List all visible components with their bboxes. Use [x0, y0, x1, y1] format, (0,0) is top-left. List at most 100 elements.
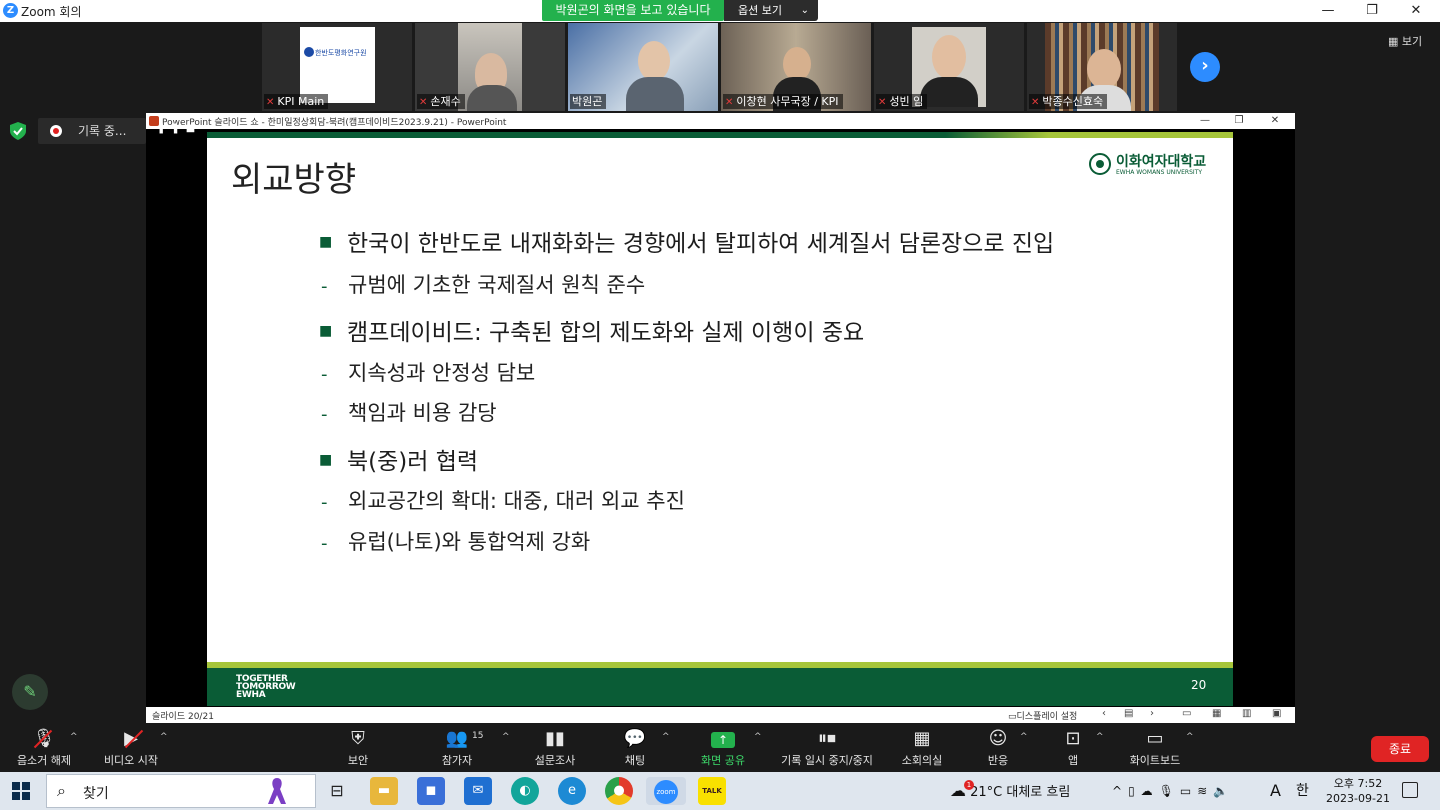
- sub-bullet-item: - 외교공간의 확대: 대중, 대러 외교 추진: [321, 489, 685, 513]
- ime-mode-han[interactable]: 한: [1296, 772, 1309, 810]
- chevron-up-icon: ^: [1096, 732, 1104, 742]
- system-tray-icons[interactable]: ^▯☁🎙▭≋🔈: [1112, 772, 1234, 810]
- slide-title: 외교방향: [231, 160, 357, 200]
- bullet-item: ■ 북(중)러 협력: [319, 449, 479, 475]
- ppt-window-title: PowerPoint 슬라이드 쇼 - 한미일정상회담-북려(캠프데이비드202…: [162, 118, 507, 128]
- mic-muted-icon: ✕: [725, 97, 734, 108]
- task-view-icon[interactable]: ⊟: [323, 777, 351, 805]
- ppt-status-bar: 슬라이드 20/21 ▭디스플레이 설정 ‹ ▤ › ▭ ▦ ▥ ▣: [146, 707, 1295, 723]
- mail-icon[interactable]: ✉: [464, 777, 492, 805]
- display-settings-button[interactable]: ▭디스플레이 설정: [1008, 709, 1077, 722]
- participant-tile[interactable]: ✕ 성빈 임: [874, 23, 1024, 111]
- participant-tile[interactable]: ✕ 박종수신효숙: [1027, 23, 1177, 111]
- record-dot-icon: [50, 125, 62, 137]
- view-options-button[interactable]: 옵션 보기 ⌄: [724, 0, 818, 21]
- notification-icon[interactable]: [1402, 782, 1418, 798]
- apps-button[interactable]: ⊡ 앱 ^: [1062, 724, 1103, 772]
- participant-tile[interactable]: 한반도평화연구원 ✕ KPI Main: [262, 23, 412, 111]
- zoom-titlebar: Z Zoom 회의 박원곤의 화면을 보고 있습니다 옵션 보기 ⌄ — ❐ ✕: [0, 0, 1440, 22]
- speaker-icon: 🔈: [1213, 784, 1235, 798]
- grid-icon: ▦: [1388, 35, 1402, 48]
- participant-name: ✕ 손재수: [417, 94, 465, 109]
- next-page-button[interactable]: ›: [1190, 52, 1220, 82]
- ppt-close-button[interactable]: ✕: [1258, 113, 1292, 129]
- windows-taskbar: ⌕ 찾기 ⊟ ▬ ◼ ✉ ◐ e ● zoom TALK ☁ 1 21°C 대체…: [0, 772, 1440, 810]
- sub-bullet-item: - 책임과 비용 감당: [321, 401, 497, 425]
- slide-sorter-icon[interactable]: ▤: [1124, 708, 1133, 719]
- maximize-button[interactable]: ❐: [1350, 0, 1394, 22]
- mic-muted-icon: ✕: [878, 97, 887, 108]
- chrome-icon[interactable]: ●: [605, 777, 633, 805]
- battery-icon: ▭: [1179, 784, 1198, 798]
- pencil-icon: ✎: [23, 682, 37, 701]
- file-explorer-icon[interactable]: ▬: [370, 777, 398, 805]
- ms-store-icon[interactable]: ◼: [417, 777, 445, 805]
- windows-start-icon[interactable]: [12, 782, 30, 800]
- chevron-up-icon: ^: [1186, 732, 1194, 742]
- share-screen-button[interactable]: ↑ 화면 공유 ^: [698, 724, 762, 772]
- zoom-taskbar-icon[interactable]: zoom: [646, 777, 686, 805]
- grid-view-icon[interactable]: ▦: [1212, 708, 1221, 719]
- polls-button[interactable]: ▮▮ 설문조사: [530, 724, 580, 772]
- normal-view-icon[interactable]: ▭: [1182, 708, 1191, 719]
- whiteboard-icon: ▭: [1146, 728, 1164, 749]
- mic-icon: 🎙: [1158, 784, 1180, 798]
- chevron-up-icon: ^: [502, 732, 510, 742]
- breakout-rooms-button[interactable]: ▦ 소회의실: [898, 724, 946, 772]
- app-swirl-icon[interactable]: ◐: [511, 777, 539, 805]
- ppt-minimize-button[interactable]: —: [1188, 113, 1222, 129]
- end-meeting-button[interactable]: 종료: [1371, 736, 1429, 762]
- monitor-icon: ▭: [1008, 712, 1017, 722]
- purple-ribbon-icon[interactable]: [266, 776, 288, 806]
- pause-stop-icon: ⏸⏹: [818, 728, 836, 749]
- weather-widget[interactable]: ☁ 1 21°C 대체로 흐림: [950, 772, 1070, 810]
- unmute-button[interactable]: 🎙 음소거 해제 ^: [12, 724, 78, 772]
- sub-bullet-item: - 지속성과 안정성 담보: [321, 361, 536, 385]
- ewha-seal-icon: [1089, 153, 1111, 175]
- network-cloud-icon: ☁: [1140, 784, 1159, 798]
- pause-icon: ❚❚: [157, 123, 186, 134]
- zoom-logo-icon: Z: [3, 3, 18, 18]
- chat-button[interactable]: 💬 채팅 ^: [618, 724, 670, 772]
- shield-check-icon[interactable]: [10, 122, 26, 140]
- device-icon: ▯: [1128, 784, 1141, 798]
- slideshow-view-icon[interactable]: ▣: [1272, 708, 1281, 719]
- bullet-item: ■ 한국이 한반도로 내재화화는 경향에서 탈피하여 세계질서 담론장으로 진입: [319, 231, 1055, 257]
- chevron-right-icon: ›: [1201, 55, 1209, 76]
- annotate-pen-button[interactable]: ✎: [12, 674, 48, 710]
- participant-name: ✕ 박종수신효숙: [1029, 94, 1108, 109]
- sub-bullet-item: - 유럽(나토)와 통합억제 강화: [321, 530, 591, 554]
- share-arrow-icon: ↑: [711, 732, 735, 748]
- participant-tile[interactable]: ✕ 손재수: [415, 23, 565, 111]
- together-tomorrow-logo: TOGETHER TOMORROW EWHA: [236, 674, 296, 700]
- prev-slide-icon[interactable]: ‹: [1102, 708, 1106, 719]
- minimize-button[interactable]: —: [1306, 0, 1350, 22]
- start-video-button[interactable]: ▶ 비디오 시작 ^: [100, 724, 168, 772]
- next-slide-icon[interactable]: ›: [1150, 708, 1154, 719]
- reactions-button[interactable]: ☺ 반응 ^: [984, 724, 1028, 772]
- view-toggle-button[interactable]: ▦ 보기: [1388, 33, 1422, 49]
- mic-muted-icon: ✕: [1031, 97, 1040, 108]
- security-button[interactable]: ⛨ 보안: [336, 724, 380, 772]
- close-button[interactable]: ✕: [1394, 0, 1438, 22]
- chat-bubble-icon: 💬: [623, 728, 647, 749]
- chevron-up-icon: ^: [754, 732, 762, 742]
- whiteboard-button[interactable]: ▭ 화이트보드 ^: [1126, 724, 1194, 772]
- slideshow-controls[interactable]: ❚❚■: [157, 123, 201, 134]
- kakaotalk-icon[interactable]: TALK: [698, 777, 726, 805]
- chevron-up-icon: ^: [662, 732, 670, 742]
- taskbar-clock[interactable]: 오후 7:52 2023-09-21: [1326, 776, 1390, 806]
- window-title: Zoom 회의: [21, 5, 82, 19]
- ime-mode-a[interactable]: A: [1270, 772, 1281, 810]
- participant-tile[interactable]: ✕ 이창현 사무국장 / KPI: [721, 23, 871, 111]
- ppt-restore-button[interactable]: ❐: [1222, 113, 1256, 129]
- participants-button[interactable]: 👥 참가자 15 ^: [434, 724, 510, 772]
- recording-indicator[interactable]: 기록 중...: [38, 118, 146, 144]
- reading-view-icon[interactable]: ▥: [1242, 708, 1251, 719]
- participant-count: 15: [472, 731, 484, 741]
- edge-icon[interactable]: e: [558, 777, 586, 805]
- recording-controls-button[interactable]: ⏸⏹ 기록 일시 중지/중지: [776, 724, 878, 772]
- slide-page-number: 20: [1191, 678, 1207, 692]
- chevron-up-icon: ^: [1020, 732, 1028, 742]
- participant-tile[interactable]: 박원곤: [568, 23, 718, 111]
